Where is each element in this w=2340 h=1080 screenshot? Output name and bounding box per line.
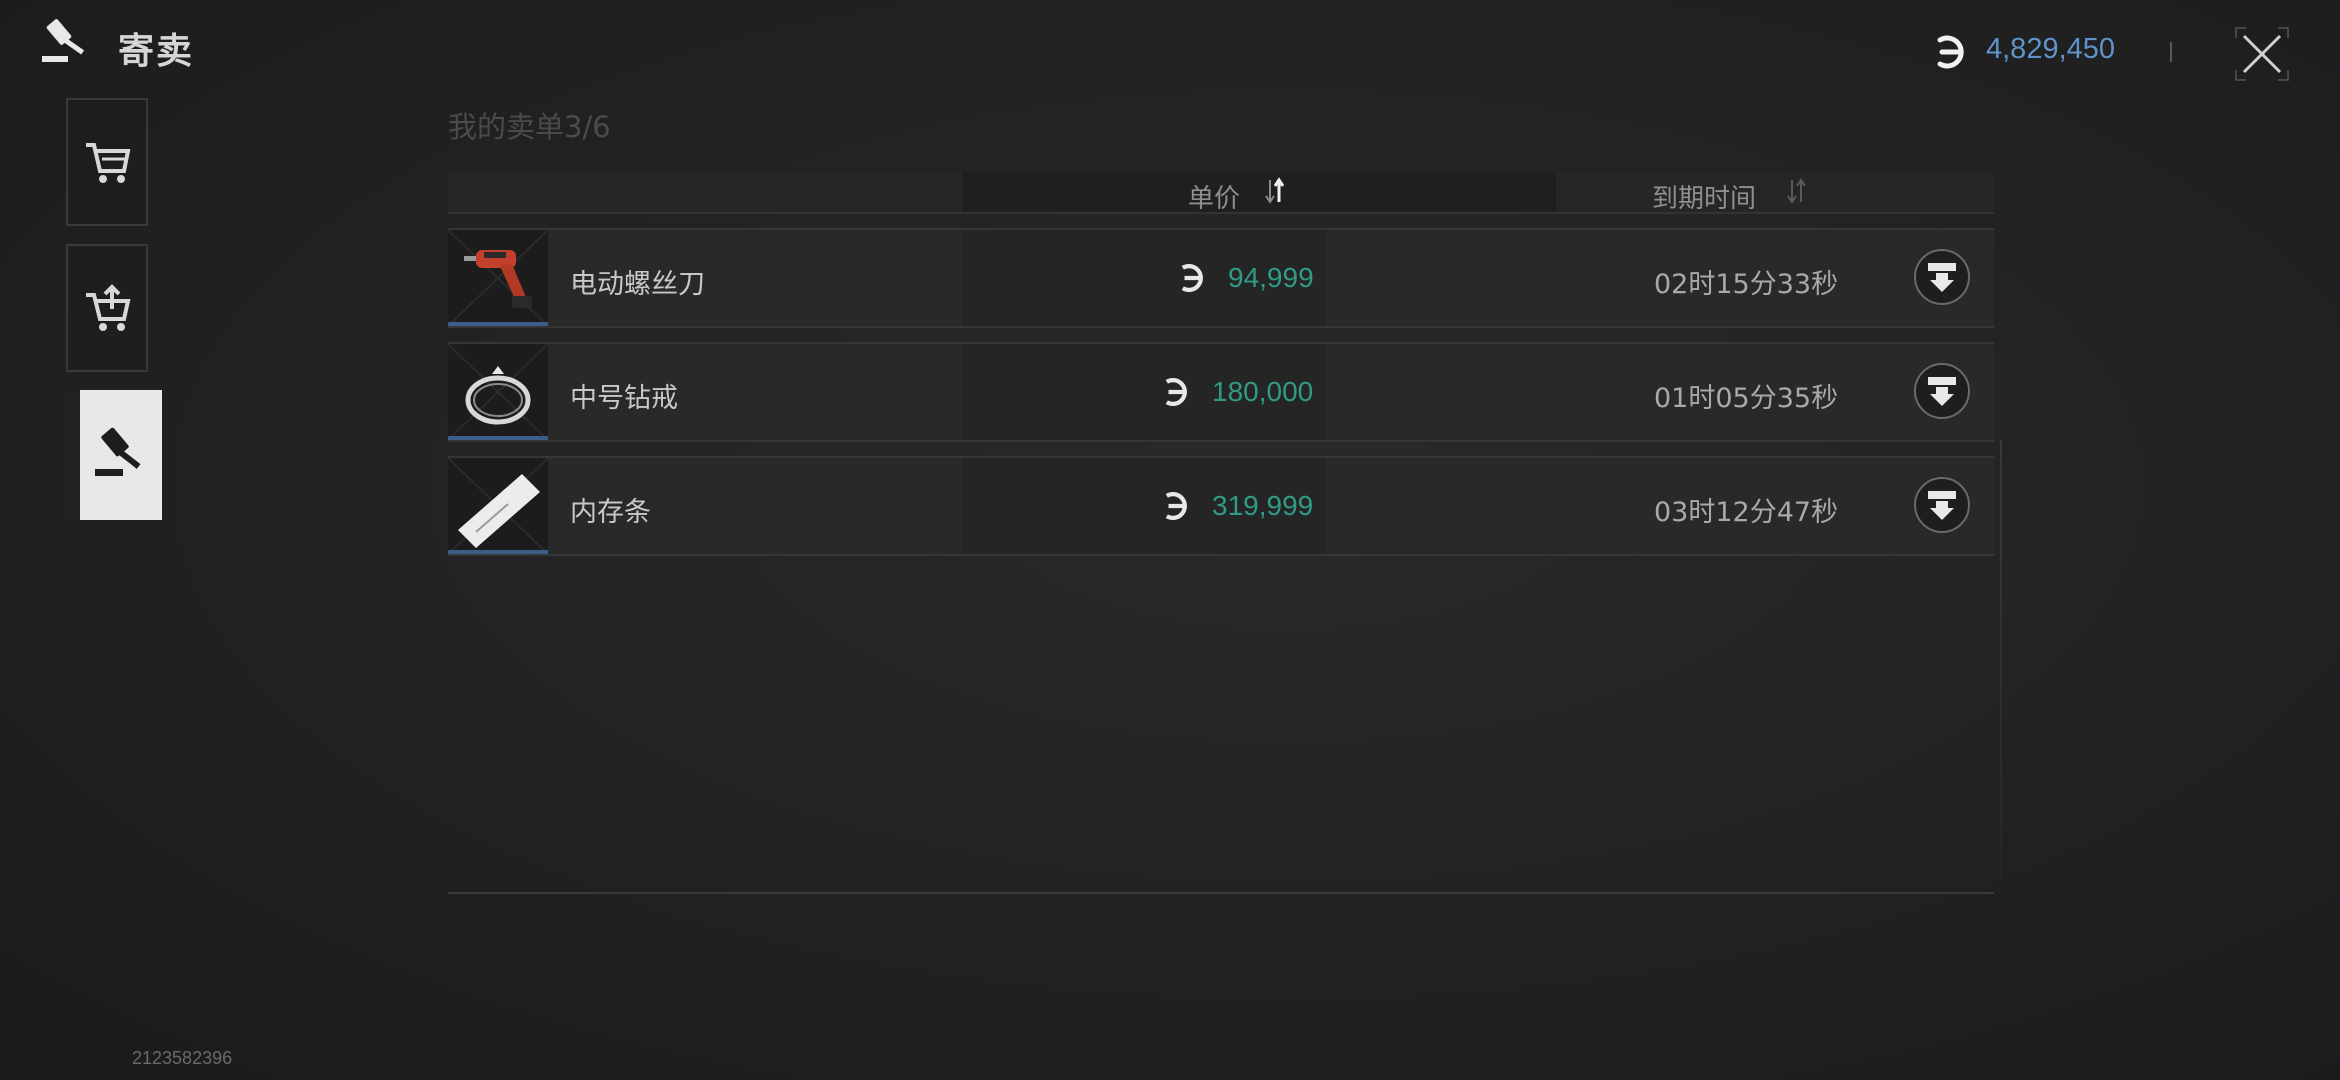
sort-expire-icon[interactable] <box>1786 174 1808 208</box>
column-header-expire[interactable]: 到期时间 <box>1652 178 1756 215</box>
withdraw-button[interactable] <box>1914 249 1970 305</box>
item-expire-time: 02时15分33秒 <box>1654 269 1839 300</box>
item-price: 94,999 <box>1228 262 1314 293</box>
orders-heading: 我的卖单3/6 <box>448 110 611 144</box>
withdraw-button[interactable] <box>1914 477 1970 533</box>
order-row[interactable]: 内存条 319,999 03时12分47秒 <box>448 456 1994 556</box>
item-name: 中号钻戒 <box>570 383 678 414</box>
close-button[interactable] <box>2232 24 2292 84</box>
panel-border <box>448 892 1994 894</box>
page-title: 寄卖 <box>118 31 195 72</box>
item-price: 180,000 <box>1212 376 1314 407</box>
tab-sell[interactable] <box>66 244 148 372</box>
column-header-price[interactable]: 单价 <box>1188 178 1240 215</box>
withdraw-button[interactable] <box>1914 363 1970 419</box>
currency-icon <box>1932 32 1972 72</box>
currency-balance: 4,829,450 <box>1986 33 2116 65</box>
order-row[interactable]: 中号钻戒 180,000 01时05分35秒 <box>448 342 1994 442</box>
player-id: 2123582396 <box>132 1048 233 1068</box>
ring-icon <box>448 344 548 440</box>
sort-price-icon[interactable] <box>1264 174 1286 208</box>
order-row[interactable]: 电动螺丝刀 94,999 02时15分33秒 <box>448 228 1994 328</box>
table-header-price-cell <box>962 172 1556 212</box>
item-name: 内存条 <box>570 497 651 528</box>
gavel-title-icon <box>38 16 96 74</box>
memory-stick-icon <box>448 458 548 554</box>
tab-my-orders[interactable] <box>66 390 162 520</box>
panel-border <box>2000 440 2002 880</box>
cart-upload-icon <box>86 284 131 331</box>
item-price: 319,999 <box>1212 490 1314 521</box>
screwdriver-icon <box>448 230 548 326</box>
item-expire-time: 01时05分35秒 <box>1654 383 1839 414</box>
currency-icon <box>1160 375 1194 409</box>
withdraw-icon <box>1928 263 1956 292</box>
tab-buy[interactable] <box>66 98 148 226</box>
currency-icon <box>1160 489 1194 523</box>
cart-icon <box>86 143 131 183</box>
item-expire-time: 03时12分47秒 <box>1654 497 1839 528</box>
gavel-icon <box>95 427 141 476</box>
withdraw-icon <box>1928 377 1956 406</box>
item-name: 电动螺丝刀 <box>570 269 705 300</box>
close-icon <box>2235 27 2289 81</box>
withdraw-icon <box>1928 491 1956 520</box>
currency-icon <box>1176 261 1210 295</box>
divider <box>2170 42 2172 62</box>
